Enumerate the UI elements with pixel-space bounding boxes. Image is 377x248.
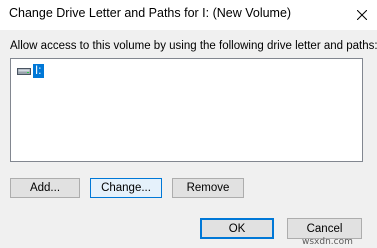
remove-button[interactable]: Remove bbox=[172, 178, 244, 198]
title-bar: Change Drive Letter and Paths for I: (Ne… bbox=[0, 0, 377, 30]
watermark: wsxdn.com bbox=[302, 237, 353, 247]
drive-paths-list[interactable]: I: bbox=[10, 58, 363, 162]
window-title: Change Drive Letter and Paths for I: (Ne… bbox=[9, 6, 292, 20]
close-icon bbox=[357, 10, 367, 20]
add-button[interactable]: Add... bbox=[10, 178, 80, 198]
instruction-label: Allow access to this volume by using the… bbox=[10, 40, 377, 52]
change-button[interactable]: Change... bbox=[90, 178, 162, 198]
ok-button[interactable]: OK bbox=[200, 218, 274, 239]
list-item-label: I: bbox=[33, 64, 45, 78]
cancel-button[interactable]: Cancel bbox=[287, 218, 362, 239]
drive-icon bbox=[17, 68, 31, 75]
list-item[interactable]: I: bbox=[17, 64, 45, 78]
close-button[interactable] bbox=[347, 0, 377, 30]
